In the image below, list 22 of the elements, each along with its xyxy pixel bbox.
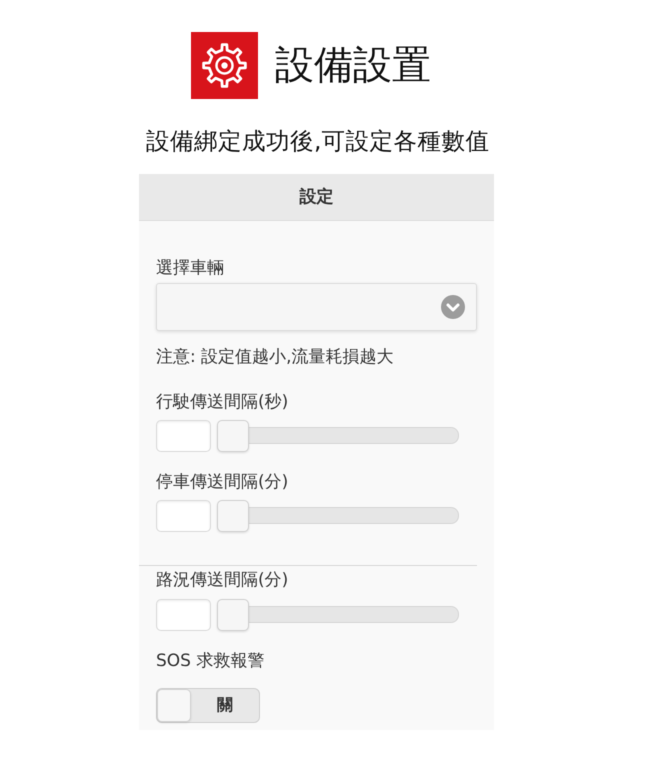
slider-label: 路況傳送間隔(分)	[139, 565, 477, 591]
vehicle-select[interactable]	[156, 283, 477, 331]
note-text: 注意: 設定值越小,流量耗損越大	[156, 346, 395, 368]
field-label: 選擇車輛	[156, 257, 225, 279]
sos-toggle[interactable]: 關	[156, 688, 260, 723]
number-input[interactable]	[156, 420, 211, 452]
page-title: 設備設置	[275, 42, 431, 90]
panel-header: 設定	[139, 174, 494, 221]
slider-track[interactable]	[217, 500, 459, 532]
subtitle: 設備綁定成功後,可設定各種數值	[146, 126, 490, 156]
slider-track[interactable]	[217, 599, 459, 631]
slider-label: 行駛傳送間隔(秒)	[156, 391, 290, 413]
number-input[interactable]	[156, 599, 211, 631]
slider-track[interactable]	[217, 420, 459, 452]
slider-thumb[interactable]	[217, 599, 249, 631]
gear-icon	[191, 32, 258, 99]
number-input[interactable]	[156, 500, 211, 532]
chevron-down-icon	[441, 295, 465, 319]
slider-label: 停車傳送間隔(分)	[156, 471, 290, 493]
slider-thumb[interactable]	[217, 420, 249, 452]
slider-thumb[interactable]	[217, 500, 249, 532]
sos-label: SOS 求救報警	[156, 650, 266, 672]
